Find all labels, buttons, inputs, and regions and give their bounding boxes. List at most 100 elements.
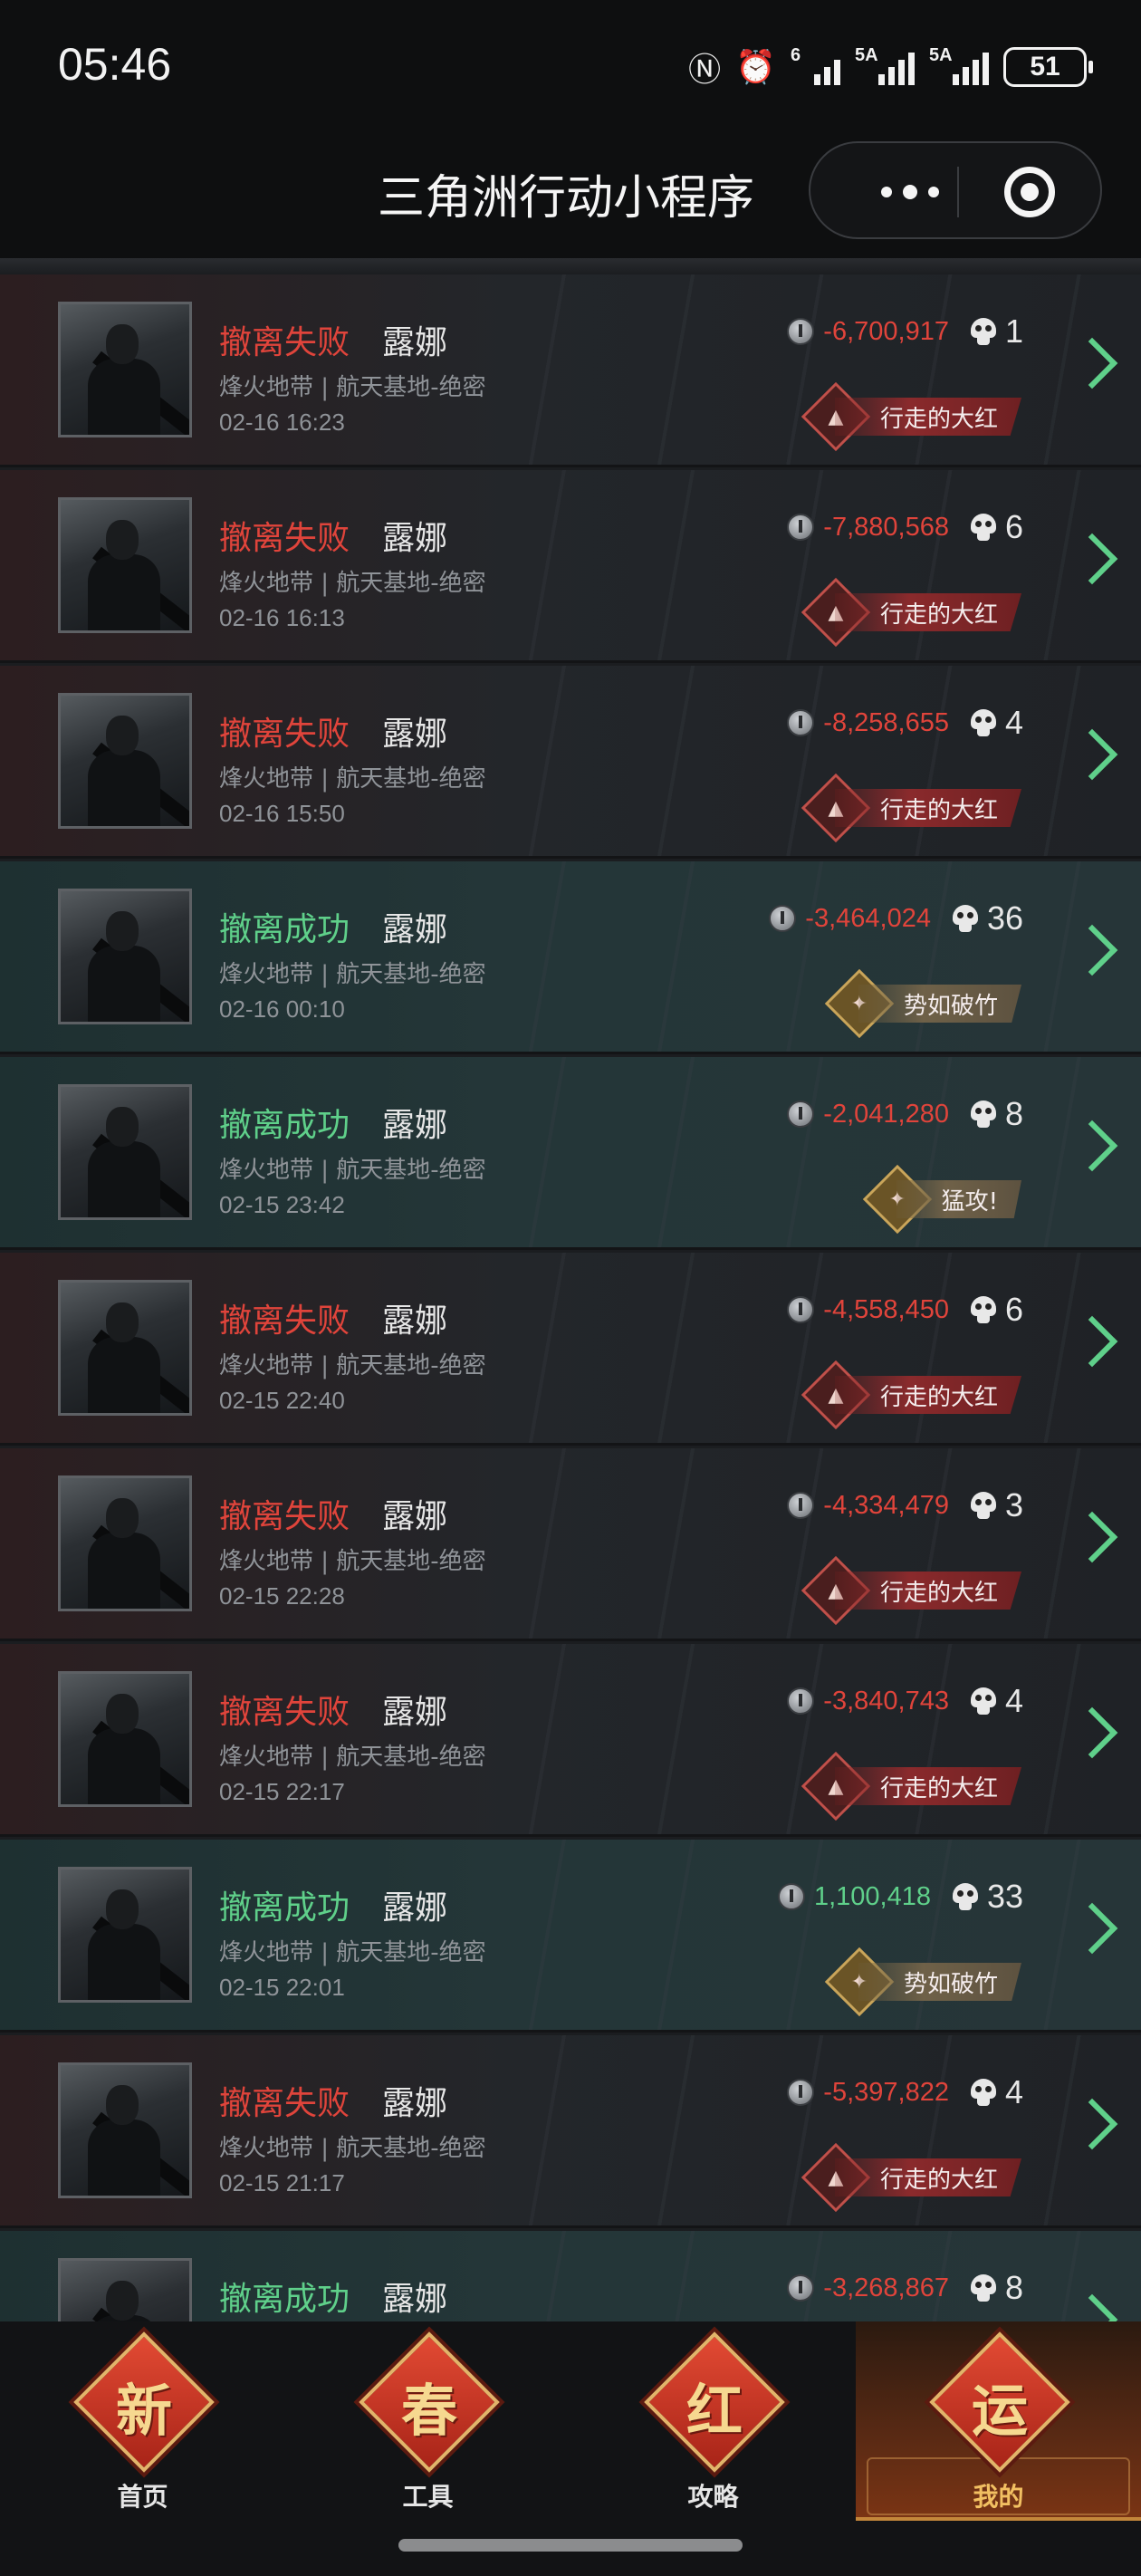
match-record-row[interactable]: 撤离失败 露娜 烽火地带 | 航天基地-绝密 02-15 21:17 -5,39…	[0, 2035, 1141, 2228]
coin-icon	[787, 514, 815, 541]
match-time: 02-15 22:01	[219, 1974, 345, 2001]
cellular-signal-icon: 5A	[929, 45, 989, 85]
tab-tools[interactable]: 春 工具	[285, 2321, 570, 2521]
match-record-row[interactable]: 撤离失败 露娜 烽火地带 | 航天基地-绝密 02-16 16:23 -6,70…	[0, 274, 1141, 467]
home-indicator[interactable]	[398, 2539, 743, 2552]
match-stats: -3,268,867 8	[787, 2269, 1023, 2307]
operator-avatar	[58, 1475, 192, 1611]
asset-change-value: -3,464,024	[805, 903, 931, 933]
operator-name: 露娜	[382, 716, 448, 753]
asset-change-value: -2,041,280	[823, 1099, 949, 1129]
tab-guide[interactable]: 红 攻略	[570, 2321, 856, 2521]
operator-name: 露娜	[382, 1694, 448, 1731]
match-stats: -2,041,280 8	[787, 1095, 1023, 1133]
match-record-row[interactable]: 撤离成功 露娜 烽火地带 | 航天基地-绝密 02-16 00:10 -3,46…	[0, 861, 1141, 1054]
tab-emblem-char: 新	[115, 2378, 172, 2444]
map-mode: 烽火地带 | 航天基地-绝密	[219, 961, 486, 988]
coin-icon	[787, 1296, 815, 1323]
asset-change-value: -7,880,568	[823, 512, 949, 542]
badge-label: 行走的大红	[834, 789, 1021, 827]
achievement-badge: ✦ 势如破竹	[824, 968, 1021, 1039]
match-stats: -7,880,568 6	[787, 508, 1023, 546]
skull-icon	[952, 905, 978, 932]
operator-avatar	[58, 1867, 192, 2003]
operator-avatar	[58, 1084, 192, 1220]
match-record-row[interactable]: 撤离失败 露娜 烽火地带 | 航天基地-绝密 02-16 16:13 -7,88…	[0, 470, 1141, 663]
match-record-row[interactable]: 撤离失败 露娜 烽火地带 | 航天基地-绝密 02-15 22:40 -4,55…	[0, 1253, 1141, 1446]
operator-name: 露娜	[382, 324, 448, 361]
asset-change-value: -4,334,479	[823, 1490, 949, 1520]
coin-icon	[787, 1101, 815, 1128]
kill-count: 36	[986, 899, 1023, 937]
asset-change-value: 1,100,418	[813, 1881, 931, 1911]
match-record-row[interactable]: 撤离失败 露娜 烽火地带 | 航天基地-绝密 02-15 22:17 -3,84…	[0, 1644, 1141, 1837]
match-record-list[interactable]: 撤离失败 露娜 烽火地带 | 航天基地-绝密 02-16 16:23 -6,70…	[0, 258, 1141, 2321]
tab-mine[interactable]: 运 我的	[856, 2321, 1141, 2521]
map-mode: 烽火地带 | 航天基地-绝密	[219, 1939, 486, 1966]
operator-name: 露娜	[382, 2085, 448, 2122]
match-time: 02-16 16:13	[219, 604, 345, 631]
extraction-status: 撤离成功	[219, 2281, 350, 2318]
skull-icon	[970, 318, 996, 345]
tab-home[interactable]: 新 首页	[0, 2321, 285, 2521]
alarm-icon: ⏰	[735, 49, 776, 86]
badge-label: 行走的大红	[834, 1572, 1021, 1610]
kill-count: 4	[1004, 2073, 1023, 2110]
wifi-label: 6	[791, 45, 801, 65]
asset-change-value: -8,258,655	[823, 707, 949, 737]
match-stats: -4,334,479 3	[787, 1486, 1023, 1524]
badge-label: 势如破竹	[858, 1963, 1021, 2001]
more-options-button[interactable]	[856, 170, 964, 214]
skull-icon	[970, 1492, 996, 1519]
map-mode: 烽火地带 | 航天基地-绝密	[219, 1548, 486, 1575]
achievement-badge: ▲ 行走的大红	[801, 1360, 1021, 1430]
asset-change-value: -6,700,917	[823, 316, 949, 346]
match-time: 02-15 23:42	[219, 1191, 345, 1218]
coin-icon	[787, 709, 815, 736]
dot-icon	[903, 185, 917, 199]
tab-label: 我的	[973, 2482, 1024, 2512]
kill-count: 6	[1004, 1291, 1023, 1328]
operator-name: 露娜	[382, 1107, 448, 1144]
badge-label: 行走的大红	[834, 1376, 1021, 1414]
skull-icon	[970, 709, 996, 736]
badge-label: 势如破竹	[858, 985, 1021, 1023]
close-miniprogram-button[interactable]	[1004, 167, 1055, 217]
achievement-badge: ✦ 势如破竹	[824, 1946, 1021, 2017]
coin-icon	[769, 905, 797, 932]
match-stats: -3,464,024 36	[769, 899, 1023, 937]
kill-count: 33	[986, 1878, 1023, 1915]
extraction-status: 撤离失败	[219, 324, 350, 361]
coin-icon	[787, 2274, 815, 2302]
match-stats: 1,100,418 33	[777, 1878, 1023, 1916]
asset-change-value: -3,840,743	[823, 1686, 949, 1716]
badge-label: 猛攻!	[896, 1180, 1021, 1218]
row-background-art	[507, 1840, 1141, 2030]
operator-name: 露娜	[382, 1889, 448, 1927]
match-record-row[interactable]: 撤离成功 露娜 -3,268,867 8	[0, 2231, 1141, 2321]
tab-label: 攻略	[687, 2482, 739, 2512]
coin-icon	[787, 318, 815, 345]
extraction-status: 撤离失败	[219, 716, 350, 753]
match-record-row[interactable]: 撤离失败 露娜 烽火地带 | 航天基地-绝密 02-16 15:50 -8,25…	[0, 666, 1141, 859]
map-mode: 烽火地带 | 航天基地-绝密	[219, 1157, 486, 1184]
kill-count: 6	[1004, 508, 1023, 545]
match-stats: -5,397,822 4	[787, 2073, 1023, 2111]
operator-avatar	[58, 302, 192, 437]
coin-icon	[787, 1687, 815, 1715]
match-record-row[interactable]: 撤离成功 露娜 烽火地带 | 航天基地-绝密 02-15 22:01 1,100…	[0, 1840, 1141, 2033]
skull-icon	[970, 1296, 996, 1323]
signal-1-label: 5A	[855, 45, 878, 65]
match-record-row[interactable]: 撤离成功 露娜 烽火地带 | 航天基地-绝密 02-15 23:42 -2,04…	[0, 1057, 1141, 1250]
tab-emblem-char: 春	[400, 2378, 457, 2444]
match-record-row[interactable]: 撤离失败 露娜 烽火地带 | 航天基地-绝密 02-15 22:28 -4,33…	[0, 1448, 1141, 1641]
operator-name: 露娜	[382, 2281, 448, 2318]
skull-icon	[970, 1687, 996, 1715]
match-stats: -6,700,917 1	[787, 312, 1023, 351]
operator-avatar	[58, 1671, 192, 1807]
capsule-divider	[957, 167, 959, 217]
achievement-badge: ▲ 行走的大红	[801, 577, 1021, 648]
badge-label: 行走的大红	[834, 1767, 1021, 1805]
status-icons: Ⓝ ⏰ 6 5A 5A 51	[688, 43, 1093, 91]
skull-icon	[970, 1101, 996, 1128]
